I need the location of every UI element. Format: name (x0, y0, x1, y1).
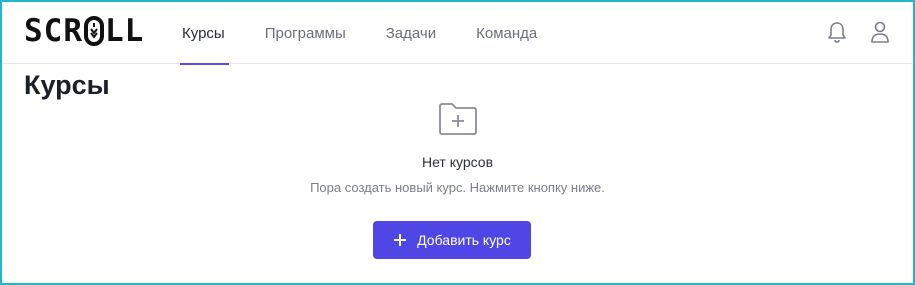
logo-suffix: LL (105, 13, 145, 49)
logo-scroll-icon (84, 16, 104, 46)
empty-state-title: Нет курсов (421, 154, 494, 170)
add-course-button[interactable]: Добавить курс (373, 221, 531, 259)
empty-state: Нет курсов Пора создать новый курс. Нажм… (2, 102, 913, 195)
logo-prefix: SCR (24, 13, 83, 49)
nav-item-courses[interactable]: Курсы (180, 2, 229, 65)
empty-state-subtitle: Пора создать новый курс. Нажмите кнопку … (310, 180, 605, 195)
user-icon[interactable] (869, 20, 891, 44)
nav-item-team[interactable]: Команда (476, 2, 537, 64)
logo[interactable]: SCR LL (24, 12, 144, 50)
plus-icon (393, 233, 407, 247)
top-header: SCR LL Курсы Программы Задачи Команда (2, 2, 913, 65)
add-course-label: Добавить курс (417, 232, 511, 248)
page-title: Курсы (24, 70, 110, 100)
app-window: SCR LL Курсы Программы Задачи Команда Ку… (0, 0, 915, 285)
folder-plus-icon (438, 102, 478, 136)
nav-item-programs[interactable]: Программы (265, 2, 346, 64)
main-nav: Курсы Программы Задачи Команда (180, 2, 577, 65)
nav-item-tasks[interactable]: Задачи (386, 2, 436, 64)
bell-icon[interactable] (826, 20, 848, 44)
